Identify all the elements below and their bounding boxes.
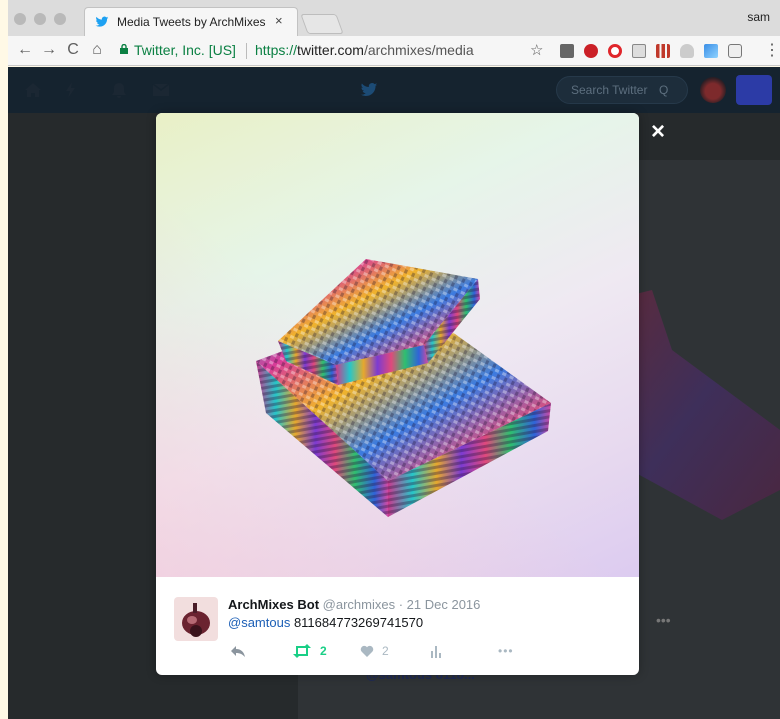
more-options-icon[interactable]: ••• [498,641,514,661]
divider [246,43,247,59]
media-modal: ArchMixes Bot @archmixes · 21 Dec 2016 @… [156,113,639,675]
address-bar[interactable]: Twitter, Inc. [US] https://twitter.com/a… [116,40,524,62]
pocket-icon[interactable] [560,44,574,58]
zoom-window-button[interactable] [54,13,66,25]
tab-close-icon[interactable]: × [275,13,283,28]
tweet-media-image[interactable] [156,113,639,577]
url-host: twitter.com [297,42,364,58]
tweet-author: ArchMixes Bot @archmixes · 21 Dec 2016 [228,597,480,612]
background-more-icon: ••• [656,612,671,628]
search-icon[interactable]: Q [659,83,668,97]
twitter-logo-icon[interactable] [358,81,380,99]
forward-arrow-icon[interactable]: → [40,41,58,59]
browser-toolbar: ← → C ⌂ Twitter, Inc. [US] https://twitt… [8,36,780,66]
image-icon[interactable] [704,44,718,58]
reply-icon [231,646,245,657]
author-name[interactable]: ArchMixes Bot [228,597,319,612]
site-identity: Twitter, Inc. [US] [134,42,236,58]
moments-icon[interactable] [62,82,80,98]
twitter-bird-icon [95,16,109,27]
pinterest-icon[interactable] [584,44,598,58]
twitter-navbar: Search Twitter Q [8,67,780,113]
retweet-count: 2 [320,644,327,658]
author-handle[interactable]: @archmixes [323,597,395,612]
home-icon[interactable] [24,82,42,98]
close-icon[interactable]: × [648,120,668,144]
heart-icon [360,645,374,657]
author-avatar[interactable] [174,597,218,641]
notes-icon[interactable] [632,44,646,58]
url-path: /archmixes/media [363,42,474,58]
search-input[interactable]: Search Twitter Q [556,76,688,104]
tweet-date[interactable]: 21 Dec 2016 [407,597,481,612]
reload-icon[interactable]: C [64,41,82,59]
reply-button[interactable] [230,641,246,661]
url-text[interactable]: https://twitter.com/archmixes/media [255,42,474,58]
tab-strip: Media Tweets by ArchMixes Bo × sam [8,0,780,36]
retweet-icon [293,644,311,658]
tweet-body: 811684773269741570 [290,615,424,630]
like-button[interactable]: 2 [360,641,389,661]
chrome-menu-icon[interactable]: ⋮ [764,40,780,60]
tweet-details: ArchMixes Bot @archmixes · 21 Dec 2016 @… [156,577,639,675]
analytics-icon [431,645,441,658]
profile-name[interactable]: sam [747,10,770,24]
date-separator: · [395,597,407,612]
tab-title: Media Tweets by ArchMixes Bo [117,15,269,29]
back-arrow-icon[interactable]: ← [16,41,34,59]
notifications-icon[interactable] [110,82,128,98]
close-window-button[interactable] [14,13,26,25]
search-placeholder: Search Twitter [571,83,648,97]
retweet-button[interactable]: 2 [292,641,327,661]
tweet-text: @samtous 811684773269741570 [228,615,423,630]
messages-icon[interactable] [152,82,170,98]
avatar[interactable] [700,77,726,103]
analytics-button[interactable] [430,641,442,661]
home-button-icon[interactable]: ⌂ [88,41,106,59]
cloud-icon[interactable] [680,44,694,58]
browser-tab[interactable]: Media Tweets by ArchMixes Bo × [84,7,298,36]
lock-icon [120,44,128,54]
bars-icon[interactable] [656,44,670,58]
minimize-window-button[interactable] [34,13,46,25]
tweet-actions: 2 2 ••• [228,641,548,661]
url-scheme: https:// [255,42,298,58]
mention-link[interactable]: @samtous [228,615,290,630]
like-count: 2 [382,644,389,658]
opera-icon[interactable] [608,44,622,58]
compose-tweet-button[interactable] [736,75,772,105]
abstract-box-artwork [256,259,551,517]
camera-icon[interactable] [728,44,742,58]
new-tab-button[interactable] [300,14,344,34]
bookmark-star-icon[interactable]: ☆ [530,41,543,59]
robot-avatar-icon [182,603,210,637]
